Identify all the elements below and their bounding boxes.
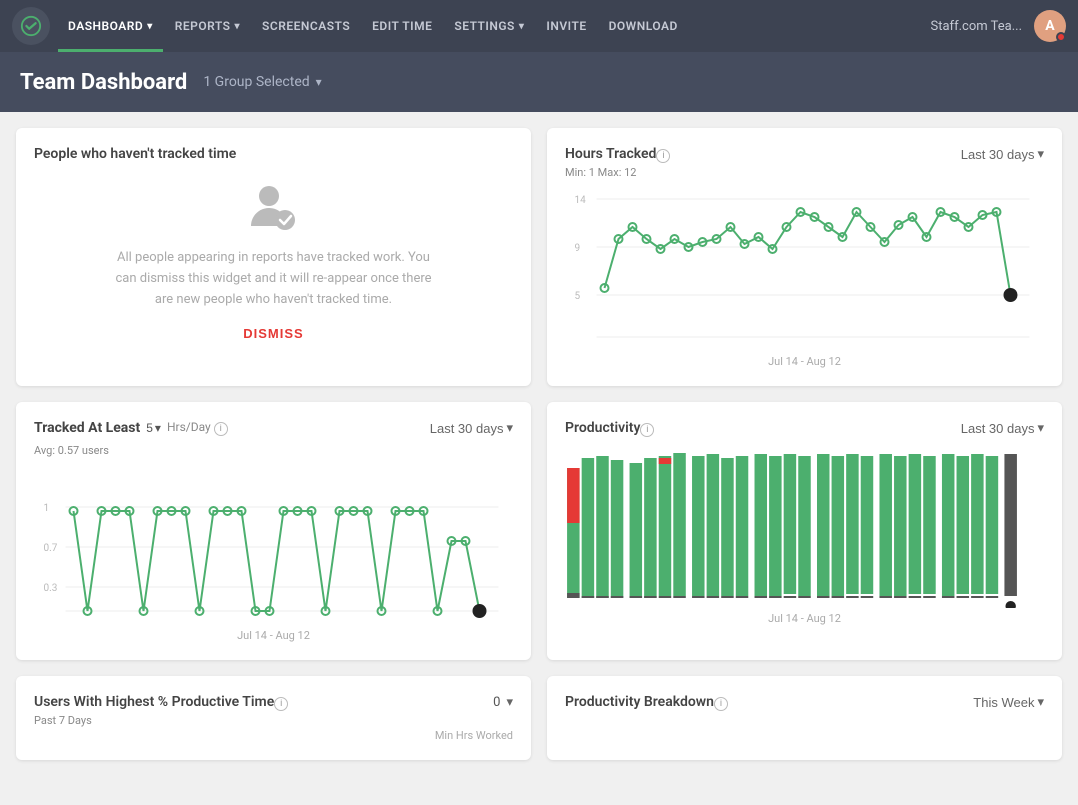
users-info-icon[interactable]: i <box>274 697 288 711</box>
nav-item-invite[interactable]: INVITE <box>536 0 596 52</box>
productivity-chart <box>565 448 1044 608</box>
productivity-card-header: Productivity i Last 30 days ▾ <box>565 420 1044 440</box>
tracked-chart-area: 1 0.7 0.3 <box>34 461 513 625</box>
nav-item-settings[interactable]: SETTINGS ▾ <box>444 0 534 52</box>
nav-item-download[interactable]: DOWNLOAD <box>599 0 688 52</box>
productivity-info-icon[interactable]: i <box>640 423 654 437</box>
productivity-bar-chart <box>565 448 1044 608</box>
page-title: Team Dashboard <box>20 70 187 95</box>
chevron-down-icon: ▾ <box>506 694 513 710</box>
tracked-unit: Hrs/Day i <box>167 420 228 436</box>
productivity-breakdown-header: Productivity Breakdown i This Week ▾ <box>565 694 1044 714</box>
users-card-right: 0 ▾ <box>493 694 513 710</box>
people-body-text: All people appearing in reports have tra… <box>114 248 434 310</box>
org-name: Staff.com Tea... <box>931 19 1022 34</box>
group-selector[interactable]: 1 Group Selected ▾ <box>203 74 321 90</box>
tracked-value-dropdown[interactable]: 5 ▾ <box>146 421 161 435</box>
users-dropdown[interactable]: ▾ <box>506 694 513 710</box>
chevron-down-icon: ▾ <box>519 21 525 32</box>
chevron-down-icon: ▾ <box>155 421 161 435</box>
nav-item-screencasts[interactable]: SCREENCASTS <box>252 0 360 52</box>
users-card: Users With Highest % Productive Time i P… <box>16 676 531 760</box>
users-min-hrs: Min Hrs Worked <box>34 729 513 742</box>
app-logo[interactable] <box>12 7 50 45</box>
people-card-title: People who haven't tracked time <box>34 146 513 162</box>
svg-text:14: 14 <box>575 195 587 206</box>
productivity-breakdown-card: Productivity Breakdown i This Week ▾ <box>547 676 1062 760</box>
users-count: 0 <box>493 695 500 710</box>
productivity-breakdown-info-icon[interactable]: i <box>714 697 728 711</box>
page-header: Team Dashboard 1 Group Selected ▾ <box>0 52 1078 112</box>
users-card-title: Users With Highest % Productive Time <box>34 694 274 710</box>
productivity-breakdown-title: Productivity Breakdown <box>565 694 714 710</box>
tracked-info-icon[interactable]: i <box>214 422 228 436</box>
users-card-header: Users With Highest % Productive Time i P… <box>34 694 513 727</box>
tracked-period-dropdown[interactable]: Last 30 days ▾ <box>430 420 513 436</box>
productivity-card-title: Productivity <box>565 420 640 436</box>
navbar: DASHBOARD ▾ REPORTS ▾ SCREENCASTS EDIT T… <box>0 0 1078 52</box>
hours-card-title: Hours Tracked <box>565 146 656 162</box>
tracked-date-range: Jul 14 - Aug 12 <box>34 629 513 642</box>
hours-card-header: Hours Tracked i Min: 1 Max: 12 Last 30 d… <box>565 146 1044 179</box>
svg-text:5: 5 <box>575 291 581 302</box>
hours-info-icon[interactable]: i <box>656 149 670 163</box>
chevron-down-icon: ▾ <box>235 21 241 32</box>
chevron-down-icon: ▾ <box>506 420 513 436</box>
chevron-down-icon: ▾ <box>1037 420 1044 436</box>
chevron-down-icon: ▾ <box>1037 694 1044 710</box>
person-check-icon <box>34 182 513 232</box>
nav-item-dashboard[interactable]: DASHBOARD ▾ <box>58 0 163 52</box>
dismiss-button[interactable]: DISMISS <box>34 326 513 341</box>
tracked-line-chart: 1 0.7 0.3 <box>34 461 513 621</box>
hours-card-subtitle: Min: 1 Max: 12 <box>565 166 670 179</box>
people-card: People who haven't tracked time All peop… <box>16 128 531 386</box>
productivity-card: Productivity i Last 30 days ▾ <box>547 402 1062 660</box>
tracked-title: Tracked At Least <box>34 420 140 436</box>
chevron-down-icon: ▾ <box>147 21 153 32</box>
hours-date-range: Jul 14 - Aug 12 <box>565 355 1044 368</box>
dashboard-grid: People who haven't tracked time All peop… <box>0 112 1078 776</box>
chevron-down-icon: ▾ <box>316 75 322 89</box>
hours-card: Hours Tracked i Min: 1 Max: 12 Last 30 d… <box>547 128 1062 386</box>
nav-right: Staff.com Tea... A <box>931 10 1066 42</box>
users-card-subtitle: Past 7 Days <box>34 714 288 727</box>
hours-line-chart: 14 9 5 <box>565 187 1044 347</box>
tracked-avg: Avg: 0.57 users <box>34 444 513 457</box>
user-avatar[interactable]: A <box>1034 10 1066 42</box>
hours-chart-area: 14 9 5 <box>565 187 1044 351</box>
hours-period-dropdown[interactable]: Last 30 days ▾ <box>961 146 1044 162</box>
chevron-down-icon: ▾ <box>1037 146 1044 162</box>
nav-item-reports[interactable]: REPORTS ▾ <box>165 0 250 52</box>
svg-text:0.7: 0.7 <box>44 543 58 554</box>
svg-text:1: 1 <box>44 503 50 514</box>
svg-text:0.3: 0.3 <box>44 583 58 594</box>
tracked-card: Tracked At Least 5 ▾ Hrs/Day i Last 30 d… <box>16 402 531 660</box>
productivity-date-range: Jul 14 - Aug 12 <box>565 612 1044 625</box>
notification-dot <box>1056 32 1066 42</box>
productivity-breakdown-period-dropdown[interactable]: This Week ▾ <box>973 694 1044 710</box>
nav-items: DASHBOARD ▾ REPORTS ▾ SCREENCASTS EDIT T… <box>58 0 931 52</box>
nav-item-edittime[interactable]: EDIT TIME <box>362 0 442 52</box>
productivity-period-dropdown[interactable]: Last 30 days ▾ <box>961 420 1044 436</box>
svg-text:9: 9 <box>575 243 581 254</box>
tracked-card-header: Tracked At Least 5 ▾ Hrs/Day i Last 30 d… <box>34 420 513 436</box>
